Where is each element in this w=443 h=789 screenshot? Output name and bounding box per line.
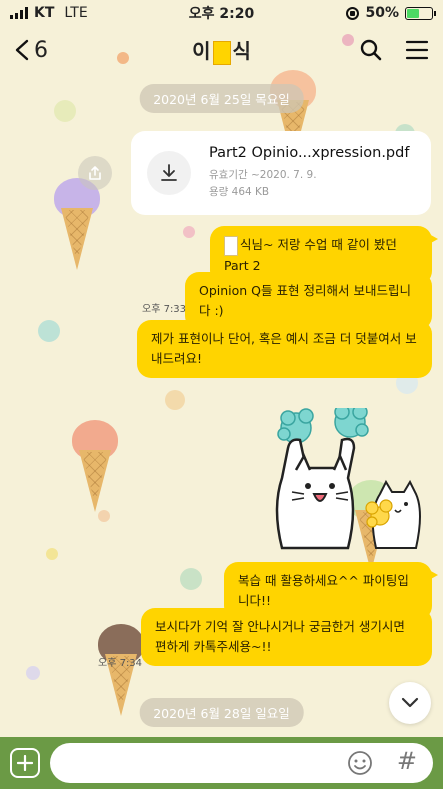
download-button[interactable] <box>147 151 191 195</box>
search-icon[interactable] <box>359 38 383 62</box>
message-timestamp: 오후 7:33 <box>142 304 187 315</box>
chevron-left-icon <box>15 39 29 61</box>
battery-icon <box>405 6 436 20</box>
message-input-bar: # <box>0 737 443 789</box>
message-text: 식님~ 저랑 수업 때 같이 봤던 Part 2 <box>224 237 397 273</box>
date-divider: 2020년 6월 28일 일요일 <box>139 698 304 727</box>
name-mask <box>212 40 231 65</box>
status-time: 오후 2:20 <box>188 6 255 22</box>
rotation-lock-icon <box>346 6 360 20</box>
download-icon <box>161 164 177 181</box>
message-timestamp: 오후 7:34 <box>98 658 143 669</box>
message-text: 보시다가 기억 잘 안나시거나 궁금한거 생기시면 편하게 카톡주세용~!! <box>155 619 405 654</box>
message-text: 제가 표현이나 단어, 혹은 예시 조금 더 덧붙여서 보내드려요! <box>151 331 417 366</box>
unread-count: 6 <box>34 37 48 63</box>
file-size: 용량 464 KB <box>209 186 270 198</box>
file-message[interactable]: Part2 Opinio...xpression.pdf 유효기간 ~2020.… <box>131 131 431 215</box>
file-name: Part2 Opinio...xpression.pdf <box>209 145 410 161</box>
share-button[interactable] <box>78 156 112 190</box>
cat-cheer-sticker <box>275 408 421 550</box>
message-input[interactable] <box>50 743 433 783</box>
name-mask <box>224 235 238 256</box>
message-text: 복습 때 활용하세요^^ 파이팅입니다!! <box>238 573 409 608</box>
hash-button[interactable]: # <box>397 747 417 775</box>
attach-button[interactable] <box>10 748 40 778</box>
message-text: Opinion Q들 표현 정리해서 보내드립니다 :) <box>199 283 411 318</box>
chevron-down-icon <box>401 697 419 708</box>
share-icon <box>89 166 101 180</box>
message-bubble[interactable]: 제가 표현이나 단어, 혹은 예시 조금 더 덧붙여서 보내드려요! <box>137 320 432 378</box>
chat-header: 6 이식 <box>0 28 443 72</box>
message-bubble[interactable]: 보시다가 기억 잘 안나시거나 궁금한거 생기시면 편하게 카톡주세용~!! <box>141 608 432 666</box>
file-validity: 유효기간 ~2020. 7. 9. <box>209 169 317 181</box>
back-button[interactable]: 6 <box>14 38 48 63</box>
plus-icon <box>17 755 33 771</box>
chat-title-part: 이 <box>192 39 211 64</box>
chat-title-part: 식 <box>232 39 251 64</box>
scroll-to-bottom-button[interactable] <box>389 682 431 724</box>
emoji-icon[interactable] <box>347 750 373 776</box>
menu-icon[interactable] <box>405 38 429 62</box>
chat-background <box>0 0 443 789</box>
date-divider: 2020년 6월 25일 목요일 <box>139 84 304 113</box>
status-bar: KT LTE 오후 2:20 50% <box>0 0 443 26</box>
